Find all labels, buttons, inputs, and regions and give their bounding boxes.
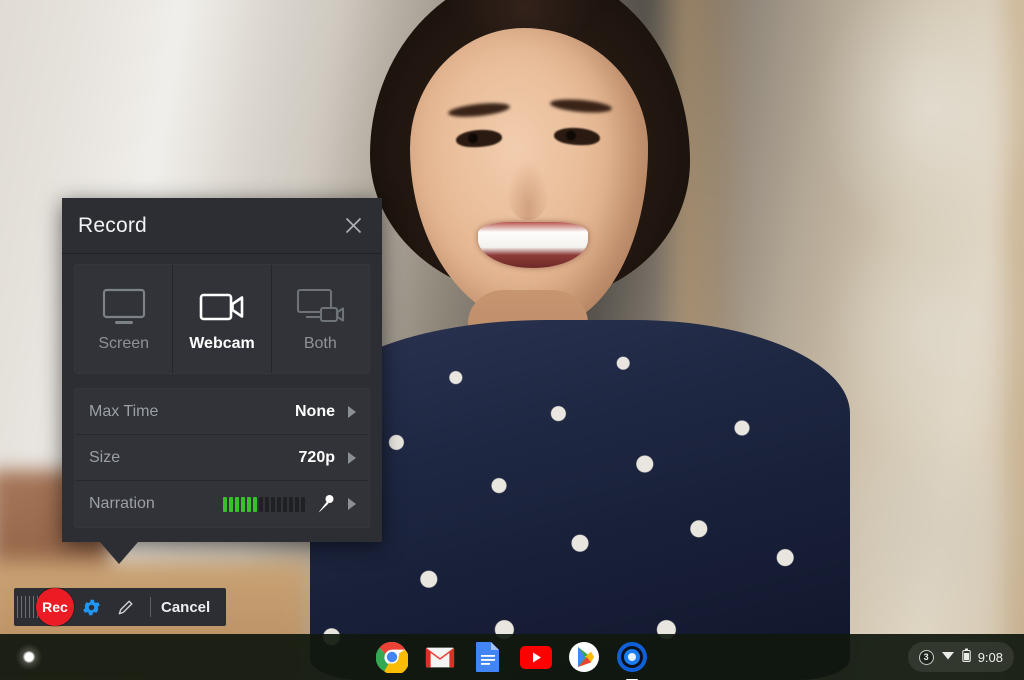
screen-root: Record Screen [0,0,1024,680]
recording-toolbar: Rec Cancel [14,588,226,626]
wifi-icon [941,648,955,666]
audio-meter-bar [259,497,263,512]
chevron-right-icon [345,496,359,512]
setting-label-size: Size [89,449,120,467]
shelf-app-youtube[interactable] [519,640,553,674]
chromeos-shelf: 3 9:08 [0,634,1024,680]
monitor-icon [98,286,150,328]
notification-count-badge: 3 [919,650,934,665]
shelf-app-docs[interactable] [471,640,505,674]
toolbar-divider [150,597,151,617]
mode-option-both[interactable]: Both [272,265,369,373]
audio-meter-bar [271,497,275,512]
record-panel: Record Screen [62,198,382,542]
mode-label-webcam: Webcam [189,335,255,353]
audio-meter-bar [283,497,287,512]
mode-option-webcam[interactable]: Webcam [173,265,271,373]
chevron-right-icon [345,404,359,420]
mode-label-screen: Screen [98,335,149,353]
setting-label-narration: Narration [89,495,155,513]
battery-icon [962,648,971,667]
shelf-app-play-store[interactable] [567,640,601,674]
setting-row-size[interactable]: Size 720p [75,435,369,481]
monitor-plus-camera-icon [294,286,346,328]
gear-icon[interactable] [74,588,108,626]
status-tray[interactable]: 3 9:08 [908,642,1014,672]
audio-meter-bar [247,497,251,512]
mode-label-both: Both [304,335,337,353]
audio-meter-bar [265,497,269,512]
shelf-app-screencastify[interactable] [615,640,649,674]
audio-meter-bar [295,497,299,512]
audio-meter-bar [229,497,233,512]
audio-meter-bar [289,497,293,512]
mode-selector: Screen Webcam [74,264,370,374]
audio-meter-bar [241,497,245,512]
cancel-button[interactable]: Cancel [159,599,224,616]
webcam-subject [300,0,860,640]
clock-label: 9:08 [978,650,1003,665]
panel-pointer-tail [100,542,138,564]
audio-meter-bar [253,497,257,512]
record-panel-header: Record [62,198,382,254]
chevron-right-icon [345,450,359,466]
launcher-circle-icon[interactable] [16,644,42,670]
setting-value-max-time: None [295,403,335,421]
video-camera-icon [196,286,248,328]
setting-value-size: 720p [299,449,335,467]
setting-label-max-time: Max Time [89,403,158,421]
shelf-app-chrome[interactable] [375,640,409,674]
subject-nose [506,160,550,220]
record-button[interactable]: Rec [36,588,74,626]
subject-polka-dot-shirt [310,320,850,680]
setting-row-max-time[interactable]: Max Time None [75,389,369,435]
settings-list: Max Time None Size 720p [74,388,370,528]
page-title: Record [78,214,147,238]
audio-meter-bar [223,497,227,512]
audio-level-meter [223,497,305,512]
pencil-icon[interactable] [108,588,142,626]
shelf-app-list [375,640,649,674]
audio-meter-bar [235,497,239,512]
shelf-app-gmail[interactable] [423,640,457,674]
record-panel-body: Screen Webcam [62,254,382,542]
microphone-icon[interactable] [317,494,335,514]
close-icon[interactable] [338,211,368,241]
mode-option-screen[interactable]: Screen [75,265,173,373]
setting-row-narration[interactable]: Narration [75,481,369,527]
audio-meter-bar [277,497,281,512]
audio-meter-bar [301,497,305,512]
